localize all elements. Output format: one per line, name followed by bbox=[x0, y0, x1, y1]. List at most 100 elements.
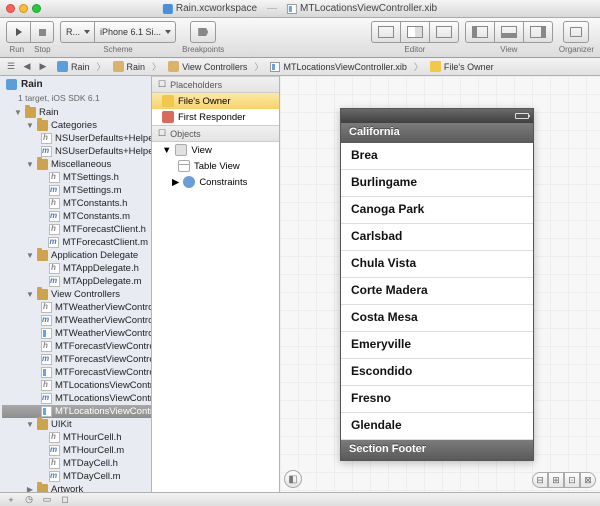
view-icon bbox=[175, 144, 187, 156]
file-m[interactable]: MTWeatherViewController.m bbox=[2, 314, 151, 327]
table-view-icon bbox=[178, 160, 190, 172]
table-row[interactable]: Glendale bbox=[341, 413, 533, 440]
file-m[interactable]: MTLocationsViewController.m bbox=[2, 392, 151, 405]
outline-view[interactable]: ▼View bbox=[152, 142, 279, 158]
table-row[interactable]: Fresno bbox=[341, 386, 533, 413]
table-row[interactable]: Burlingame bbox=[341, 170, 533, 197]
file-m[interactable]: MTAppDelegate.m bbox=[2, 275, 151, 288]
file-m[interactable]: NSUserDefaults+Helpers.m bbox=[2, 145, 151, 158]
table-row[interactable]: Emeryville bbox=[341, 332, 533, 359]
table-row[interactable]: Chula Vista bbox=[341, 251, 533, 278]
window-title: Rain.xcworkspace — MTLocationsViewContro… bbox=[163, 3, 437, 14]
file-m[interactable]: MTSettings.m bbox=[2, 184, 151, 197]
canvas-layout-controls[interactable]: ⊟ ⊞ ⊡ ⊠ bbox=[532, 472, 596, 488]
file-h[interactable]: MTForecastViewController.h bbox=[2, 340, 151, 353]
folder-icon bbox=[37, 159, 48, 170]
table-row[interactable]: Brea bbox=[341, 143, 533, 170]
file-h[interactable]: MTDayCell.h bbox=[2, 457, 151, 470]
workspace-name: Rain.xcworkspace bbox=[176, 3, 257, 14]
outline-files-owner[interactable]: File's Owner bbox=[152, 93, 279, 109]
run-button[interactable] bbox=[6, 21, 30, 43]
file-h[interactable]: MTForecastClient.h bbox=[2, 223, 151, 236]
file-h[interactable]: MTAppDelegate.h bbox=[2, 262, 151, 275]
file-xib[interactable]: MTForecastViewController.xib bbox=[2, 366, 151, 379]
file-h[interactable]: MTSettings.h bbox=[2, 171, 151, 184]
file-h[interactable]: NSUserDefaults+Helpers.h bbox=[2, 132, 151, 145]
resizing-button[interactable]: ⊠ bbox=[580, 472, 596, 488]
pin-button[interactable]: ⊞ bbox=[548, 472, 564, 488]
table-section-footer[interactable]: Section Footer bbox=[341, 440, 533, 460]
file-m[interactable]: MTConstants.m bbox=[2, 210, 151, 223]
forward-button[interactable]: ▶ bbox=[36, 61, 50, 72]
file-m[interactable]: MTForecastClient.m bbox=[2, 236, 151, 249]
scm-filter-button[interactable]: ▭ bbox=[40, 494, 54, 505]
header-file-icon bbox=[49, 172, 60, 183]
file-h[interactable]: MTLocationsViewController.h bbox=[2, 379, 151, 392]
jump-bar-folder-1[interactable]: Rain bbox=[108, 61, 151, 72]
close-window-button[interactable] bbox=[6, 4, 15, 13]
xib-file-icon bbox=[287, 4, 297, 14]
editor-mode-segmented[interactable] bbox=[371, 21, 459, 43]
table-row[interactable]: Costa Mesa bbox=[341, 305, 533, 332]
file-xib-selected[interactable]: MTLocationsViewController.xib bbox=[2, 405, 151, 418]
align-button[interactable]: ⊟ bbox=[532, 472, 548, 488]
scheme-selector[interactable]: R... bbox=[60, 21, 95, 43]
project-root[interactable]: Rain bbox=[0, 76, 151, 93]
table-row[interactable]: Carlsbad bbox=[341, 224, 533, 251]
back-button[interactable]: ◀ bbox=[20, 61, 34, 72]
breakpoints-button[interactable] bbox=[190, 21, 216, 43]
project-icon bbox=[57, 61, 68, 72]
file-m[interactable]: MTHourCell.m bbox=[2, 444, 151, 457]
header-file-icon bbox=[49, 224, 60, 235]
related-items-button[interactable]: ☰ bbox=[4, 61, 18, 72]
jump-bar-project[interactable]: Rain bbox=[52, 61, 95, 72]
document-outline[interactable]: ☐Placeholders File's Owner First Respond… bbox=[152, 76, 280, 492]
zoom-window-button[interactable] bbox=[32, 4, 41, 13]
editor-label: Editor bbox=[404, 45, 425, 54]
table-row[interactable]: Escondido bbox=[341, 359, 533, 386]
file-h[interactable]: MTConstants.h bbox=[2, 197, 151, 210]
project-navigator[interactable]: Rain 1 target, iOS SDK 6.1 ▼Rain ▼Catego… bbox=[0, 76, 152, 492]
recent-filter-button[interactable]: ◷ bbox=[22, 494, 36, 505]
placeholder-icon: ☐ bbox=[158, 79, 166, 90]
group-categories[interactable]: ▼Categories bbox=[2, 119, 151, 132]
impl-file-icon bbox=[41, 146, 52, 157]
unsaved-filter-button[interactable]: ◻ bbox=[58, 494, 72, 505]
document-outline-toggle[interactable]: ◧ bbox=[284, 470, 302, 488]
group-rain[interactable]: ▼Rain bbox=[2, 106, 151, 119]
resolve-button[interactable]: ⊡ bbox=[564, 472, 580, 488]
outline-first-responder[interactable]: First Responder bbox=[152, 109, 279, 125]
jump-bar-file[interactable]: MTLocationsViewController.xib bbox=[265, 62, 411, 72]
outline-table-view[interactable]: Table View bbox=[152, 158, 279, 174]
minimize-window-button[interactable] bbox=[19, 4, 28, 13]
table-section-header[interactable]: California bbox=[341, 123, 533, 143]
outline-constraints[interactable]: ▶Constraints bbox=[152, 174, 279, 190]
impl-file-icon bbox=[41, 315, 52, 326]
jump-bar: ☰ ◀ ▶ Rain〉 Rain〉 View Controllers〉 MTLo… bbox=[0, 58, 600, 76]
table-row[interactable]: Canoga Park bbox=[341, 197, 533, 224]
jump-bar-folder-2[interactable]: View Controllers bbox=[163, 61, 252, 72]
simulated-device-view[interactable]: California BreaBurlingameCanoga ParkCarl… bbox=[340, 108, 534, 461]
group-misc[interactable]: ▼Miscellaneous bbox=[2, 158, 151, 171]
stop-button[interactable] bbox=[30, 21, 54, 43]
objects-icon: ☐ bbox=[158, 128, 166, 139]
group-appdel[interactable]: ▼Application Delegate bbox=[2, 249, 151, 262]
interface-builder-canvas[interactable]: California BreaBurlingameCanoga ParkCarl… bbox=[280, 76, 600, 492]
traffic-lights bbox=[6, 4, 41, 13]
file-m[interactable]: MTForecastViewController.m bbox=[2, 353, 151, 366]
add-button[interactable]: + bbox=[4, 494, 18, 505]
view-panels-segmented[interactable] bbox=[465, 21, 553, 43]
workspace-icon bbox=[163, 4, 173, 14]
table-row[interactable]: Corte Madera bbox=[341, 278, 533, 305]
file-h[interactable]: MTWeatherViewController.h bbox=[2, 301, 151, 314]
file-h[interactable]: MTHourCell.h bbox=[2, 431, 151, 444]
file-xib[interactable]: MTWeatherViewController.xib bbox=[2, 327, 151, 340]
organizer-button[interactable] bbox=[563, 21, 589, 43]
group-uikit[interactable]: ▼UIKit bbox=[2, 418, 151, 431]
destination-selector[interactable]: iPhone 6.1 Si... bbox=[95, 21, 176, 43]
folder-icon bbox=[37, 250, 48, 261]
group-vcs[interactable]: ▼View Controllers bbox=[2, 288, 151, 301]
jump-bar-object[interactable]: File's Owner bbox=[425, 61, 499, 72]
group-artwork[interactable]: ▶Artwork bbox=[2, 483, 151, 492]
file-m[interactable]: MTDayCell.m bbox=[2, 470, 151, 483]
